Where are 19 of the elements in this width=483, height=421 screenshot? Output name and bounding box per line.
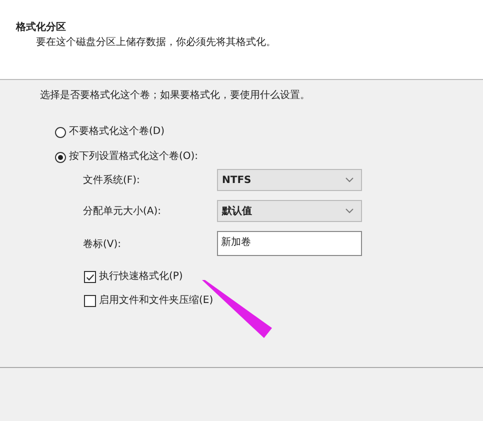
checkbox[interactable]: [84, 271, 96, 283]
radio-button[interactable]: [55, 126, 66, 138]
input-field[interactable]: 新加卷: [217, 231, 362, 256]
page-description: 要在这个磁盘分区上储存数据，你必须先将其格式化。: [36, 36, 277, 50]
format-option[interactable]: 按下列设置格式化这个卷(O):: [55, 150, 198, 164]
dropdown-field[interactable]: NTFS: [217, 169, 362, 191]
chevron-down-icon: [345, 177, 354, 183]
checkbox-label[interactable]: 执行快速格式化(P): [99, 270, 183, 284]
radio-button[interactable]: [55, 152, 66, 162]
checkbox[interactable]: [84, 295, 96, 307]
setting-label: 分配单元大小(A):: [83, 204, 162, 218]
chevron-down-icon: [345, 208, 354, 214]
format-option[interactable]: 不要格式化这个卷(D): [55, 125, 165, 139]
setting-label: 卷标(V):: [83, 238, 122, 250]
setting-label: 文件系统(F):: [83, 174, 141, 187]
dropdown-field[interactable]: 默认值: [217, 200, 362, 222]
checkbox-label[interactable]: 启用文件和文件夹压缩(E): [99, 294, 214, 308]
prompt-text: 选择是否要格式化这个卷；如果要格式化，要使用什么设置。: [40, 89, 311, 103]
page-heading: 格式化分区: [14, 20, 67, 35]
